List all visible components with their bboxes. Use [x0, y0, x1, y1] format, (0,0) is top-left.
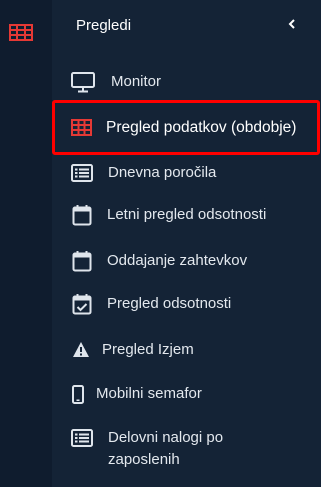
- menu-item-label: Oddajanje zahtevkov: [107, 252, 248, 269]
- menu-item-label: Delovni nalogi po zaposlenih: [108, 429, 224, 468]
- calendar-check-icon: [72, 294, 92, 315]
- monitor-icon: [71, 72, 95, 93]
- menu-item-pregled-izjem[interactable]: Pregled Izjem: [52, 339, 321, 361]
- list-card-icon: [71, 164, 93, 182]
- chevron-left-icon[interactable]: [285, 17, 299, 31]
- menu-item-label: Mobilni semafor: [96, 385, 202, 402]
- calendar-icon: [72, 205, 92, 226]
- menu-item-monitor[interactable]: Monitor: [52, 71, 321, 93]
- menu-item-label: Pregled odsotnosti: [107, 295, 232, 312]
- menu-item-letni-pregled-odsotnosti[interactable]: Letni pregled odsotnosti: [52, 204, 321, 226]
- table-grid-icon: [71, 119, 92, 136]
- menu-item-pregled-odsotnosti[interactable]: Pregled odsotnosti: [52, 293, 321, 315]
- menu-item-label: Dnevna poročila: [108, 164, 217, 181]
- icon-rail: [0, 0, 52, 487]
- menu-item-label: Letni pregled odsotnosti: [107, 206, 267, 223]
- menu-item-label: Pregled podatkov (obdobje): [106, 118, 297, 136]
- submenu-panel: Pregledi Monitor Pregled podatkov (obdob…: [52, 0, 321, 487]
- panel-title: Pregledi: [76, 17, 132, 34]
- menu-item-pregled-podatkov[interactable]: Pregled podatkov (obdobje): [52, 100, 320, 155]
- warning-icon: [73, 342, 89, 357]
- menu-item-dnevna-porocila[interactable]: Dnevna poročila: [52, 162, 321, 184]
- menu-item-oddajanje-zahtevkov[interactable]: Oddajanje zahtevkov: [52, 250, 321, 272]
- menu-item-delovni-nalogi[interactable]: Delovni nalogi po zaposlenih: [52, 427, 321, 471]
- menu-item-label: Pregled Izjem: [102, 341, 194, 358]
- mobile-phone-icon: [72, 385, 84, 404]
- table-grid-icon[interactable]: [9, 24, 33, 41]
- menu-item-label: Monitor: [111, 73, 162, 90]
- menu-item-mobilni-semafor[interactable]: Mobilni semafor: [52, 383, 321, 405]
- calendar-icon: [72, 251, 92, 272]
